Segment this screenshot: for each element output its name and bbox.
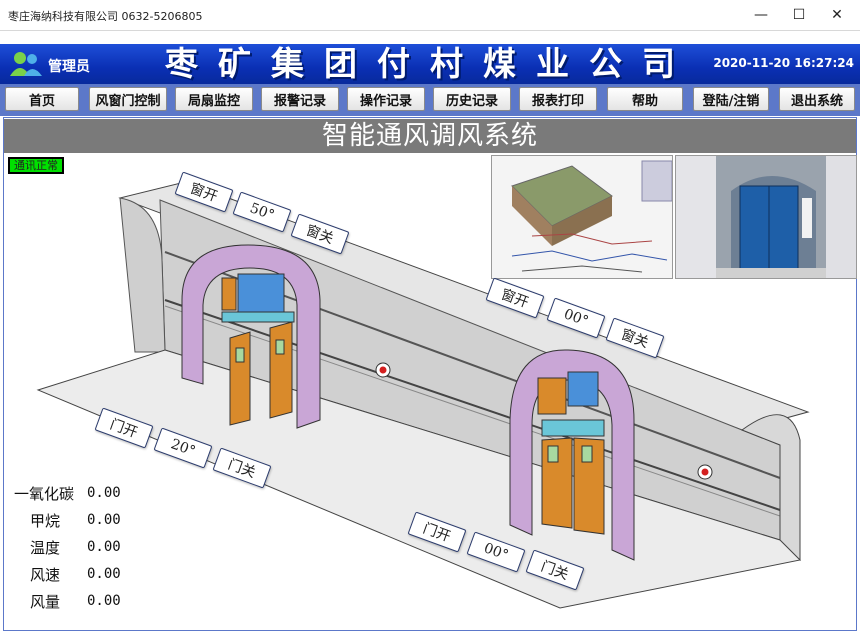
sensor-wind-speed-value: 0.00 <box>87 566 121 582</box>
ventilation-door-right <box>509 349 635 561</box>
sensor-wind-speed-label: 风速 <box>29 566 60 584</box>
sensor-ch4-label: 甲烷 <box>29 512 60 530</box>
wall-sensor-icon <box>375 362 391 378</box>
wall-sensor-icon <box>697 464 713 480</box>
door-photo-image <box>675 155 857 279</box>
sensor-co-label: 一氧化碳 <box>14 485 75 503</box>
sensor-co-value: 0.00 <box>87 485 121 501</box>
sensor-ch4-value: 0.00 <box>87 512 121 528</box>
mine-3d-map-image <box>491 155 673 279</box>
sensor-air-volume-value: 0.00 <box>87 593 121 609</box>
sensor-temperature-value: 0.00 <box>87 539 121 555</box>
tunnel-left-end <box>119 197 166 353</box>
sensor-temperature-label: 温度 <box>29 539 60 557</box>
sensor-air-volume-label: 风量 <box>29 593 60 611</box>
